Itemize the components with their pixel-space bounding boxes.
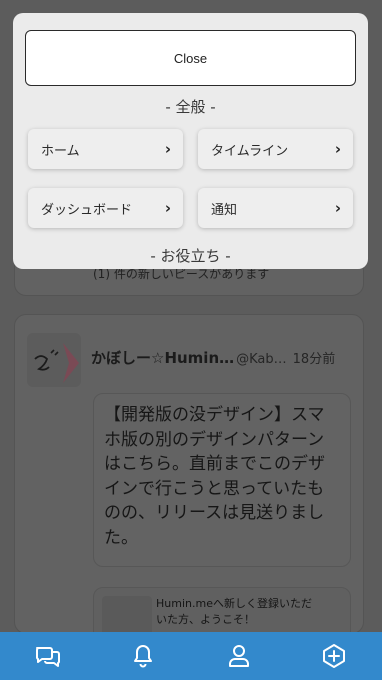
menu-item-label: タイムライン	[211, 143, 289, 159]
chat-bubbles-icon	[35, 647, 60, 667]
chevron-right-icon: ›	[164, 140, 171, 158]
nav-notifications-button[interactable]	[119, 632, 167, 680]
chevron-right-icon: ›	[164, 199, 171, 217]
avatar[interactable]	[27, 333, 81, 387]
menu-item-label: 通知	[211, 202, 238, 218]
close-button[interactable]: Close	[25, 30, 356, 86]
post-time: 18分前	[292, 352, 336, 367]
author-name[interactable]: かぼしー☆Humin…	[91, 347, 234, 368]
navigation-menu: Close - 全般 - ホーム › タイムライン › ダッシュボード › 通知…	[13, 13, 368, 269]
nav-profile-button[interactable]	[215, 632, 263, 680]
menu-item-dashboard[interactable]: ダッシュボード ›	[28, 188, 183, 228]
nav-chat-button[interactable]	[24, 632, 72, 680]
menu-item-label: ダッシュボード	[41, 202, 133, 218]
quoted-text: Humin.meへ新しく登録いただいた方、ようこそ！	[156, 597, 312, 626]
menu-item-home[interactable]: ホーム ›	[28, 129, 183, 169]
add-piece-icon	[323, 644, 346, 668]
menu-item-notifications[interactable]: 通知 ›	[198, 188, 353, 228]
post-body: 【開発版の没デザイン】スマホ版の別のデザインパターンはこちら。直前までこのデザイ…	[93, 393, 351, 567]
section-heading-useful: - お役立ち -	[150, 247, 231, 265]
section-heading-general: - 全般 -	[165, 98, 216, 116]
post-card[interactable]: かぼしー☆Humin… @Kab… 18分前 【開発版の没デザイン】スマホ版の別…	[14, 314, 364, 647]
bell-icon	[134, 645, 153, 668]
avatar-logo-icon	[34, 343, 79, 383]
bottom-navigation	[0, 632, 382, 680]
chevron-right-icon: ›	[334, 140, 341, 158]
post-author-line: かぼしー☆Humin… @Kab… 18分前	[91, 347, 363, 368]
chevron-right-icon: ›	[334, 199, 341, 217]
menu-item-label: ホーム	[41, 143, 80, 159]
menu-item-timeline[interactable]: タイムライン ›	[198, 129, 353, 169]
author-handle: @Kab…	[236, 352, 287, 367]
user-icon	[228, 645, 249, 667]
nav-add-piece-button[interactable]	[310, 632, 358, 680]
